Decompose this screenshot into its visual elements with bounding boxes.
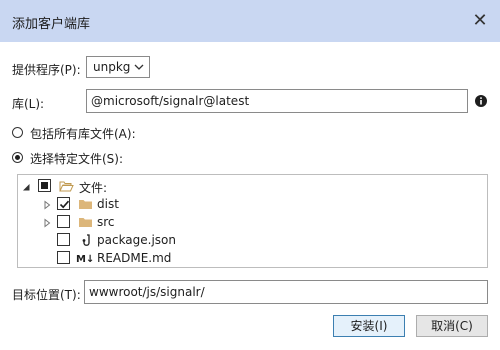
files-root-checkbox[interactable] <box>38 179 51 192</box>
readme-label: README.md <box>97 251 172 265</box>
tree-row-package-json[interactable]: package.json <box>18 231 487 249</box>
cancel-button[interactable]: 取消(C) <box>416 315 488 337</box>
title-bar: 添加客户端库 ✕ <box>0 0 500 42</box>
dialog-title: 添加客户端库 <box>12 17 91 32</box>
collapsed-arrow-icon[interactable] <box>42 199 52 210</box>
target-location-label: 目标位置(T): <box>12 288 81 302</box>
target-location-value: wwwroot/js/signalr/ <box>89 285 205 299</box>
json-file-icon <box>78 233 93 247</box>
dist-checkbox[interactable] <box>57 197 70 210</box>
library-label: 库(L): <box>12 97 45 111</box>
tree-row-readme[interactable]: M↓ README.md <box>18 249 487 267</box>
file-tree: 文件: dist src package.json M↓ README.md <box>17 174 488 268</box>
info-icon[interactable] <box>475 95 487 107</box>
install-button[interactable]: 安装(I) <box>333 315 405 337</box>
markdown-file-icon: M↓ <box>76 251 94 265</box>
markdown-icon-text: M↓ <box>76 254 93 265</box>
src-label: src <box>97 215 115 229</box>
include-all-files-radio[interactable] <box>12 127 23 138</box>
choose-specific-files-label: 选择特定文件(S): <box>30 152 124 166</box>
package-json-label: package.json <box>97 233 177 247</box>
choose-specific-files-radio[interactable] <box>12 152 23 163</box>
readme-checkbox[interactable] <box>57 251 70 264</box>
tree-row-src[interactable]: src <box>18 213 487 231</box>
library-value: @microsoft/signalr@latest <box>91 94 250 108</box>
src-checkbox[interactable] <box>57 215 70 228</box>
tree-row-dist[interactable]: dist <box>18 195 487 213</box>
provider-select[interactable]: unpkg <box>86 56 150 78</box>
collapsed-arrow-icon[interactable] <box>42 217 52 228</box>
files-root-label: 文件: <box>79 181 108 195</box>
tree-row-files-root[interactable]: 文件: <box>18 177 487 195</box>
target-location-input[interactable]: wwwroot/js/signalr/ <box>84 280 488 304</box>
folder-icon <box>78 215 93 229</box>
provider-value: unpkg <box>93 60 131 74</box>
folder-open-icon <box>59 179 74 193</box>
dist-label: dist <box>97 197 119 211</box>
library-input[interactable]: @microsoft/signalr@latest <box>86 89 468 113</box>
chevron-down-icon <box>134 60 144 77</box>
expanded-arrow-icon[interactable] <box>21 181 31 191</box>
folder-icon <box>78 197 93 211</box>
provider-label: 提供程序(P): <box>12 63 81 77</box>
add-client-library-dialog: 添加客户端库 ✕ 提供程序(P): unpkg 库(L): @microsoft… <box>0 0 500 350</box>
close-button[interactable]: ✕ <box>470 11 490 31</box>
include-all-files-label: 包括所有库文件(A): <box>30 127 136 141</box>
package-json-checkbox[interactable] <box>57 233 70 246</box>
